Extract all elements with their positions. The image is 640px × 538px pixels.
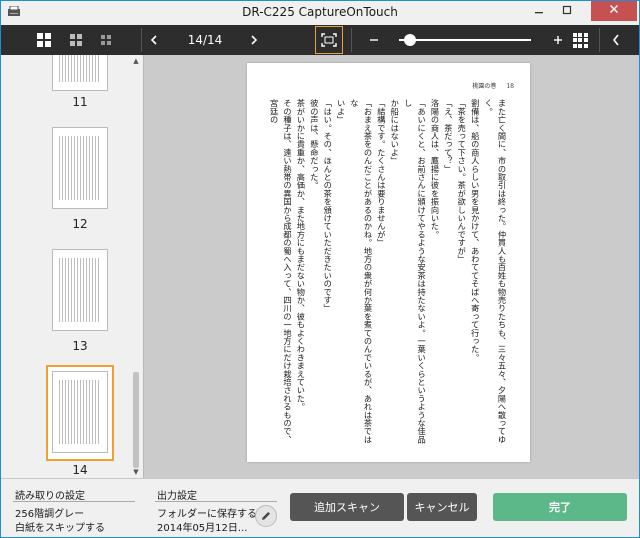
minimize-button[interactable] (525, 1, 553, 21)
scan-settings-title: 読み取りの設定 (15, 491, 85, 502)
selected-page-thumbnail[interactable] (46, 365, 114, 461)
grid-view-button[interactable] (571, 25, 589, 55)
app-window: DR-C225 CaptureOnTouch 14/14 11 12 13 14… (0, 0, 640, 538)
add-scan-button[interactable]: 追加スキャン (290, 493, 404, 521)
thumbnail-number: 14 (72, 463, 88, 477)
section-divider (13, 501, 135, 502)
body-text-line: また亡く間に、市の取引は終った。仲買人も百姓も物売りたちも、三々五々、夕陽へ散っ… (497, 99, 507, 444)
small-thumbnails-button[interactable] (93, 25, 119, 55)
grid-2x2-icon (37, 33, 51, 47)
body-text-line: 劉備は、船の商人らしい男を見かけて、あわててそばへ寄って行った。 (470, 99, 481, 362)
page-thumbnail[interactable] (52, 55, 108, 91)
thumbnail-pane: 11 12 13 14 ▲ ▼ (1, 55, 141, 478)
grid-2x2-small-icon (70, 34, 82, 46)
chapter-title: 桃園の巻 (472, 83, 497, 90)
body-text-line: 洛陽の商人は、鷹揚に彼を振向いた。 (429, 99, 440, 239)
minus-icon (370, 39, 378, 41)
medium-thumbnails-button[interactable] (63, 25, 89, 55)
body-text-line: 「はい。その、ほんとの茶を頒けていただきたいのです」 (322, 99, 333, 313)
pencil-icon (262, 512, 270, 520)
fit-frame-icon (321, 33, 337, 47)
scanned-page: 桃園の巻 18 また亡く間に、市の取引は終った。仲買人も百姓も物売りたちも、三々五… (247, 63, 530, 462)
scan-setting-color-mode: 256階調グレー (15, 509, 85, 520)
page-thumbnail[interactable] (52, 249, 108, 331)
chevron-left-icon (612, 34, 619, 46)
toolbar-separator (599, 28, 600, 52)
body-text-line: その種子は、遠い熱帯の異国から成都の蜀へ入って、四川の一地方にだけ栽培されるもの… (269, 99, 293, 444)
done-button[interactable]: 完了 (493, 493, 627, 521)
scrollbar-thumb[interactable] (133, 372, 139, 468)
grid-2x2-tiny-icon (101, 35, 111, 45)
body-text-line: いよ」 (336, 99, 347, 124)
maximize-button[interactable] (553, 1, 581, 21)
page-thumbnail[interactable] (52, 127, 108, 209)
body-text-line: 「え、茶だって？」 (443, 99, 454, 173)
page-counter: 14/14 (187, 33, 223, 47)
page-number: 18 (506, 83, 514, 90)
previous-page-button[interactable] (147, 25, 161, 55)
chevron-right-icon (251, 35, 258, 45)
zoom-in-button[interactable] (551, 25, 565, 55)
toolbar-separator (141, 28, 142, 52)
body-text-line: 彼の声は、懸命だった。 (309, 99, 320, 190)
cancel-button[interactable]: キャンセル (407, 493, 477, 521)
page-thumbnail (52, 371, 108, 453)
scan-setting-skip-blank: 白紙をスキップする (15, 523, 105, 534)
page-body-text: また亡く間に、市の取引は終った。仲買人も百姓も物売りたちも、三々五々、夕陽へ散っ… (268, 99, 508, 444)
body-text-line: 「あいにくと、お前さんに頒けてやるような安茶は持たないよ。一葉いくらというような… (403, 99, 427, 444)
body-text-line: 「結構です。たくさんは要りませんが」 (376, 99, 387, 247)
page-preview-area: 桃園の巻 18 また亡く間に、市の取引は終った。仲買人も百姓も物売りたちも、三々五… (143, 55, 639, 478)
body-text-line: 「おまえ茶をのんだことがあるのかね。地方の衆が何か葉を煮てのんでいるが、あれは茶… (349, 99, 373, 444)
plus-icon (554, 36, 562, 44)
zoom-out-button[interactable] (367, 25, 381, 55)
next-page-button[interactable] (247, 25, 261, 55)
chevron-left-icon (150, 35, 157, 45)
scroll-up-arrow-icon[interactable]: ▲ (131, 57, 141, 65)
fit-to-window-button[interactable] (315, 26, 343, 54)
title-bar: DR-C225 CaptureOnTouch (1, 1, 639, 25)
zoom-slider-track[interactable] (399, 39, 531, 41)
page-header: 桃園の巻 18 (462, 81, 514, 90)
close-button[interactable] (591, 1, 637, 21)
edit-output-settings-button[interactable] (255, 505, 277, 527)
grid-3x3-icon (572, 32, 588, 48)
body-text-line: く。 (483, 99, 494, 116)
toolbar-separator (351, 28, 352, 52)
collapse-panel-button[interactable] (609, 25, 623, 55)
body-text-line: 茶がいかに貴重か、高価か、また地方にもまだない物か、彼もよくわきまえていた。 (295, 99, 306, 411)
thumbnail-scrollbar[interactable]: ▲ ▼ (131, 55, 141, 478)
bottom-bar: 読み取りの設定 256階調グレー 白紙をスキップする 出力設定 フォルダーに保存… (1, 478, 639, 537)
close-icon (609, 4, 619, 14)
zoom-slider-thumb[interactable] (404, 34, 417, 46)
section-divider (155, 501, 277, 502)
body-text-line: 「茶を売って下さい。茶が欲しいんですが」 (456, 99, 467, 263)
thumbnail-number: 13 (72, 339, 88, 353)
large-thumbnails-button[interactable] (31, 25, 57, 55)
thumbnail-number: 12 (72, 217, 88, 231)
output-setting-filename: 2014年05月12日... (157, 523, 248, 534)
scroll-down-arrow-icon[interactable]: ▼ (131, 468, 141, 476)
output-settings-title: 出力設定 (157, 491, 197, 502)
thumbnail-number: 11 (72, 95, 88, 109)
output-setting-destination: フォルダーに保存する (157, 509, 257, 520)
maximize-icon (562, 5, 572, 15)
toolbar: 14/14 (1, 25, 639, 55)
body-text-line: か船にはないよ」 (389, 99, 400, 165)
minimize-icon (535, 12, 543, 14)
